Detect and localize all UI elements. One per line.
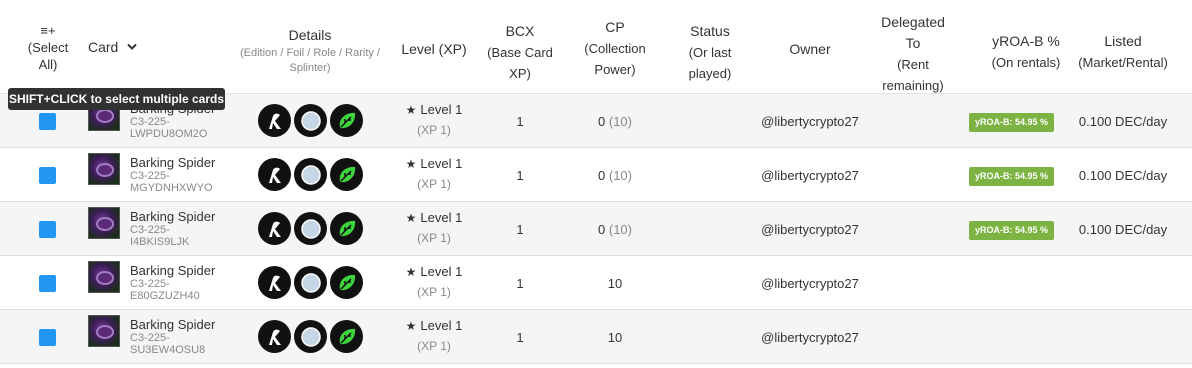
card-uid: C3-225- I4BKIS9LJK (130, 224, 190, 248)
star-icon: ★ (405, 103, 417, 117)
star-icon: ★ (405, 157, 417, 171)
delegated-header: Delegated To (Rent remaining) (881, 14, 945, 93)
earth-splinter-icon (330, 158, 363, 191)
chaos-legion-icon (258, 158, 291, 191)
card-xp: (XP 1) (417, 231, 451, 245)
card-xp: (XP 1) (417, 339, 451, 353)
chaos-legion-icon (258, 212, 291, 245)
card-uid: C3-225- SU3EW4OSU8 (130, 332, 206, 356)
card-cp: 0 (10) (598, 168, 632, 183)
chaos-legion-icon (258, 104, 291, 137)
card-owner[interactable]: @libertycrypto27 (740, 330, 880, 345)
multi-select-tooltip: SHIFT+CLICK to select multiple cards (8, 88, 225, 110)
card-details-badges (258, 320, 363, 353)
card-bcx: 1 (516, 330, 524, 345)
card-bcx: 1 (516, 168, 524, 183)
card-name[interactable]: Barking Spider (130, 209, 215, 224)
card-sort-header[interactable]: Card (88, 39, 137, 57)
status-header: Status (Or last played) (688, 23, 732, 81)
card-name[interactable]: Barking Spider (130, 155, 215, 170)
card-bcx: 1 (516, 222, 524, 237)
earth-splinter-icon (330, 104, 363, 137)
regular-foil-icon (294, 266, 327, 299)
level-header: Level (XP) (401, 41, 467, 57)
card-level: ★ Level 1 (405, 210, 463, 225)
card-thumbnail[interactable] (88, 207, 120, 239)
star-icon: ★ (405, 265, 417, 279)
row-checkbox[interactable] (39, 275, 56, 292)
card-level: ★ Level 1 (405, 156, 463, 171)
bcx-header: BCX (Base Card XP) (487, 23, 553, 81)
card-xp: (XP 1) (417, 285, 451, 299)
card-details-badges (258, 212, 363, 245)
yroa-badge: yROA-B: 54.95 % (969, 113, 1055, 132)
card-owner[interactable]: @libertycrypto27 (740, 276, 880, 291)
card-level: ★ Level 1 (405, 318, 463, 333)
card-thumbnail[interactable] (88, 153, 120, 185)
regular-foil-icon (294, 158, 327, 191)
table-row[interactable]: Barking Spider C3-225- E80GZUZH40 ★ Level… (0, 256, 1192, 310)
card-owner[interactable]: @libertycrypto27 (740, 168, 880, 183)
listed-price: 0.100 DEC/day (1078, 168, 1168, 183)
star-icon: ★ (405, 211, 417, 225)
cards-table: ≡+ (Select All) Card Details (Edition / … (0, 6, 1192, 364)
earth-splinter-icon (330, 212, 363, 245)
card-thumbnail[interactable] (88, 315, 120, 347)
listed-price: 0.100 DEC/day (1078, 222, 1168, 237)
table-header: ≡+ (Select All) Card Details (Edition / … (0, 6, 1192, 94)
listed-price: 0.100 DEC/day (1078, 114, 1168, 129)
card-details-badges (258, 158, 363, 191)
card-xp: (XP 1) (417, 177, 451, 191)
card-details-badges (258, 104, 363, 137)
card-name[interactable]: Barking Spider (130, 263, 215, 278)
table-row[interactable]: Barking Spider C3-225- I4BKIS9LJK ★ Level… (0, 202, 1192, 256)
chevron-down-icon (127, 43, 137, 50)
card-uid: C3-225- E80GZUZH40 (130, 278, 200, 302)
row-checkbox[interactable] (39, 329, 56, 346)
card-cp: 10 (607, 330, 623, 345)
select-all-button[interactable]: ≡+ (Select All) (22, 22, 74, 73)
regular-foil-icon (294, 212, 327, 245)
table-row[interactable]: Barking Spider C3-225- SU3EW4OSU8 ★ Level… (0, 310, 1192, 364)
regular-foil-icon (294, 104, 327, 137)
earth-splinter-icon (330, 266, 363, 299)
card-cp: 0 (10) (598, 222, 632, 237)
yroa-header: yROA-B % (On rentals) (991, 33, 1061, 70)
listed-header: Listed (Market/Rental) (1078, 33, 1168, 70)
select-all-icon: ≡+ (40, 23, 56, 38)
row-checkbox[interactable] (39, 113, 56, 130)
table-body: Barking Spider C3-225- LWPDU8OM2O ★Level… (0, 94, 1192, 364)
star-icon: ★ (405, 319, 417, 333)
row-checkbox[interactable] (39, 167, 56, 184)
card-uid: C3-225- LWPDU8OM2O (130, 116, 208, 140)
card-xp: (XP 1) (417, 123, 451, 137)
card-cp: 10 (607, 276, 623, 291)
card-bcx: 1 (516, 276, 524, 291)
chaos-legion-icon (258, 320, 291, 353)
card-cp: 0 (10) (598, 114, 632, 129)
card-level: ★ Level 1 (405, 102, 463, 117)
details-header: Details (Edition / Foil / Role / Rarity … (240, 27, 380, 74)
card-thumbnail[interactable] (88, 261, 120, 293)
earth-splinter-icon (330, 320, 363, 353)
card-level: ★ Level 1 (405, 264, 463, 279)
regular-foil-icon (294, 320, 327, 353)
chaos-legion-icon (258, 266, 291, 299)
card-details-badges (258, 266, 363, 299)
yroa-badge: yROA-B: 54.95 % (969, 167, 1055, 186)
card-bcx: 1 (516, 114, 524, 129)
yroa-badge: yROA-B: 54.95 % (969, 221, 1055, 240)
card-name[interactable]: Barking Spider (130, 317, 215, 332)
cp-header: CP (Collection Power) (584, 19, 646, 77)
table-row[interactable]: Barking Spider C3-225- MGYDNHXWYO ★ Level… (0, 148, 1192, 202)
owner-header: Owner (789, 41, 831, 57)
card-uid: C3-225- MGYDNHXWYO (130, 170, 213, 194)
row-checkbox[interactable] (39, 221, 56, 238)
card-owner[interactable]: @libertycrypto27 (740, 114, 880, 129)
card-owner[interactable]: @libertycrypto27 (740, 222, 880, 237)
